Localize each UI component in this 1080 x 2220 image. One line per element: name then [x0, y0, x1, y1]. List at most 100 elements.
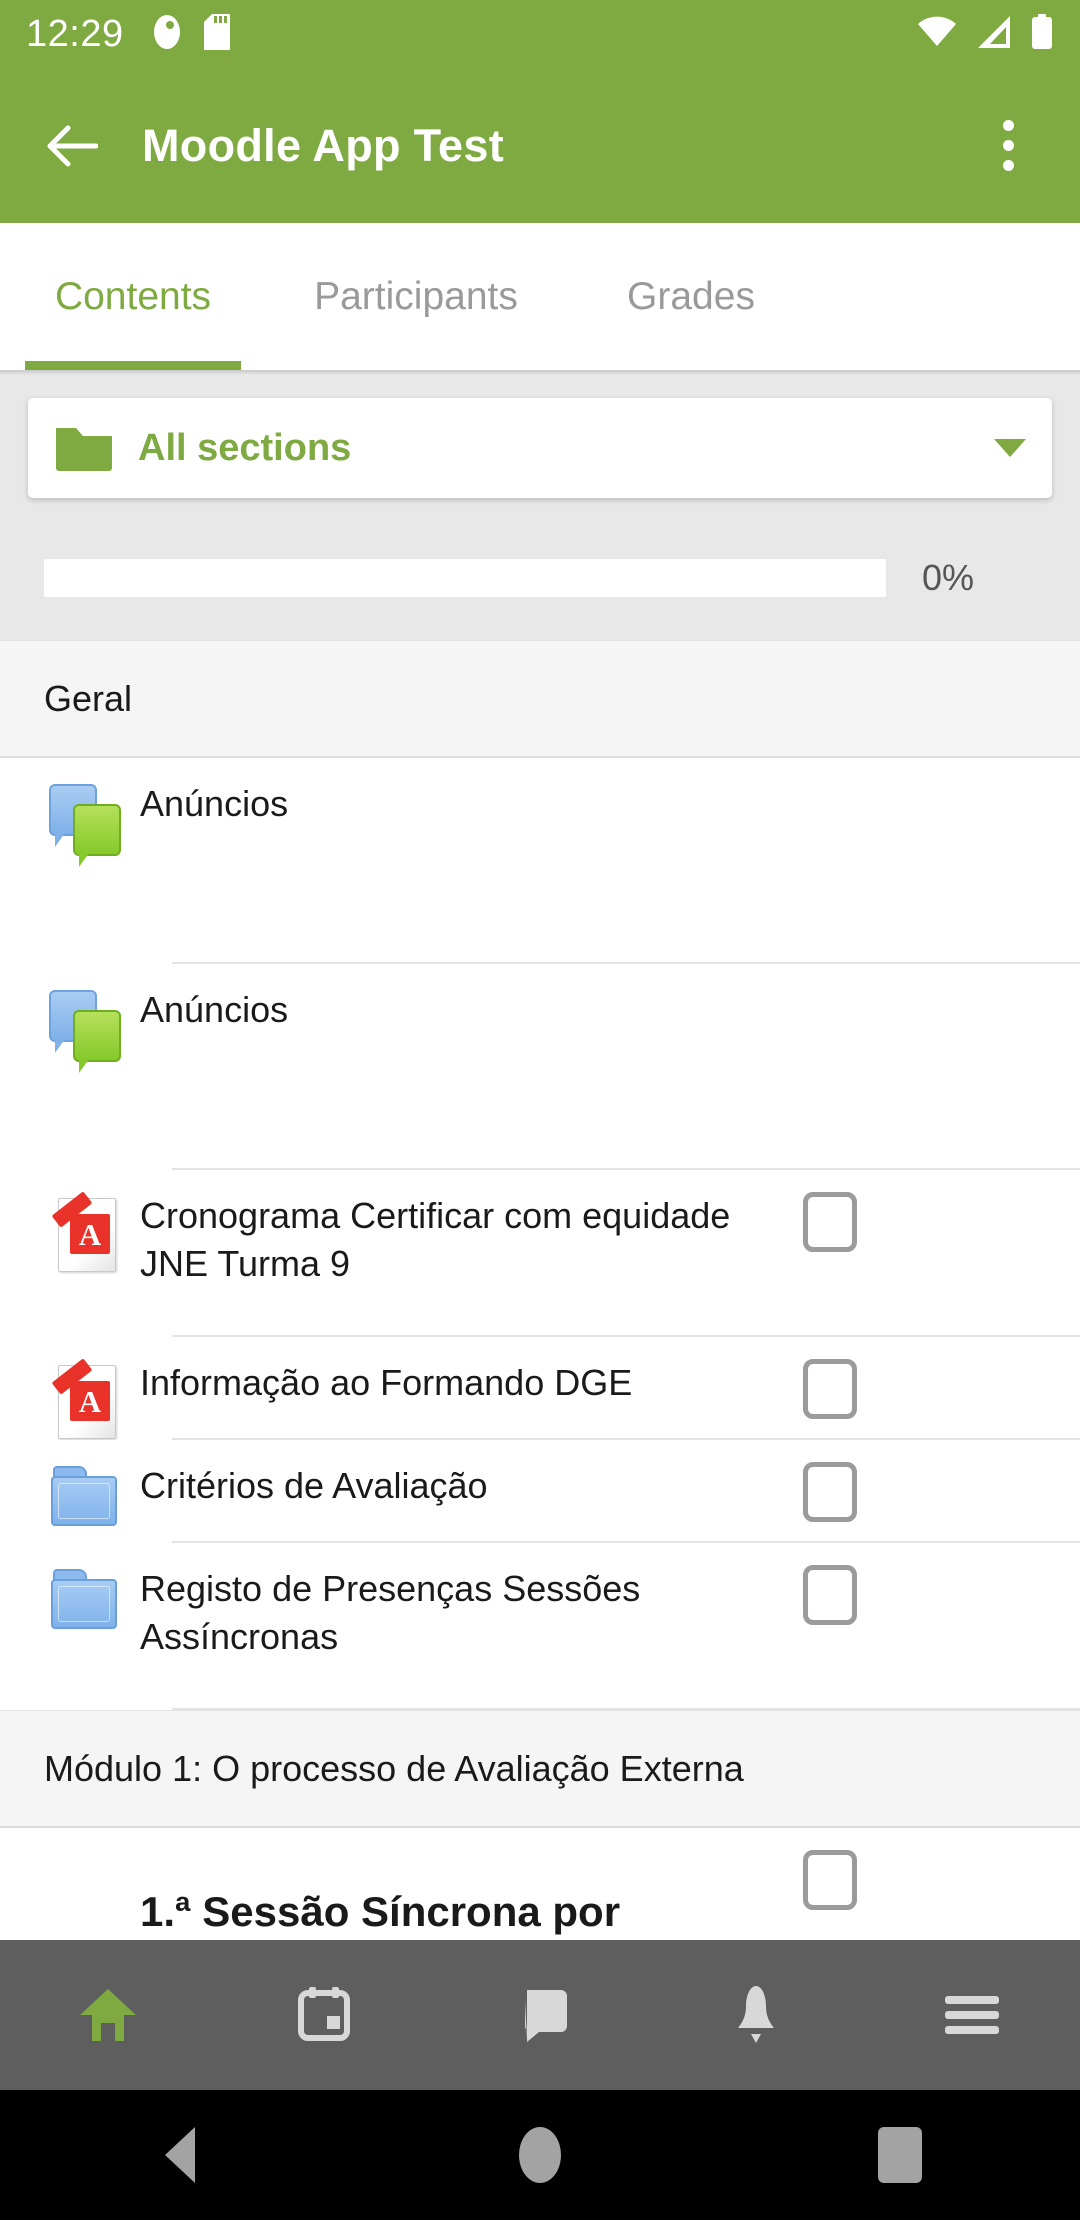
nav-item-menu[interactable]	[864, 1940, 1080, 2090]
list-item-icon	[30, 964, 140, 1073]
section-selector-panel: All sections 0%	[0, 370, 1080, 640]
completion-checkbox-wrap[interactable]	[770, 1337, 890, 1419]
overflow-menu-button[interactable]	[966, 104, 1050, 188]
completion-checkbox[interactable]	[803, 1850, 857, 1910]
cellular-signal-icon	[976, 15, 1012, 54]
chevron-down-icon[interactable]	[994, 439, 1026, 457]
list-item-body: Critérios de Avaliação	[140, 1440, 1080, 1522]
nav-item-messages[interactable]	[432, 1940, 648, 2090]
list-item-icon	[30, 758, 140, 867]
forum-icon-bubble-front	[73, 1010, 121, 1073]
list-item-body: 1.ª Sessão Síncrona por	[140, 1828, 1080, 1939]
back-button[interactable]	[30, 104, 114, 188]
list-item-separator	[172, 1708, 1080, 1710]
list-item[interactable]: A Informação ao Formando DGE	[0, 1337, 1080, 1440]
list-item[interactable]: A Cronograma Certificar com equidade JNE…	[0, 1170, 1080, 1337]
nav-item-notifications[interactable]	[648, 1940, 864, 2090]
tab-bar: Contents Participants Grades	[0, 223, 1080, 370]
status-bar-right-icons	[916, 13, 1054, 55]
list-item-icon: A	[30, 1170, 140, 1276]
list-item[interactable]: 1.ª Sessão Síncrona por	[0, 1828, 1080, 1940]
list-item[interactable]: Anúncios	[0, 758, 1080, 964]
overflow-menu-icon	[1002, 120, 1014, 131]
page-title: Moodle App Test	[142, 119, 504, 171]
pdf-file-icon: A	[50, 1191, 120, 1276]
home-icon	[80, 1989, 136, 2041]
android-recents-icon	[878, 2127, 922, 2183]
folder-icon	[54, 422, 114, 474]
list-item-icon	[30, 1828, 140, 1854]
section-header-modulo-1: Módulo 1: O processo de Avaliação Extern…	[0, 1710, 1080, 1828]
list-item[interactable]: Critérios de Avaliação	[0, 1440, 1080, 1543]
completion-checkbox-wrap[interactable]	[770, 1170, 890, 1252]
pdf-file-icon-badge: A	[70, 1214, 110, 1254]
folder-icon-body	[51, 1579, 117, 1629]
list-item-title: Anúncios	[140, 989, 289, 1030]
list-item-body: Registo de Presenças Sessões Assíncronas	[140, 1543, 1080, 1660]
list-item-body: Informação ao Formando DGE	[140, 1337, 1080, 1419]
completion-checkbox[interactable]	[803, 1565, 857, 1625]
list-item-body: Cronograma Certificar com equidade JNE T…	[140, 1170, 1080, 1287]
nav-item-home[interactable]	[0, 1940, 216, 2090]
list-item-title: 1.ª Sessão Síncrona por	[140, 1888, 621, 1935]
list-item-icon: A	[30, 1337, 140, 1443]
sd-card-icon	[203, 13, 230, 55]
folder-icon	[49, 1569, 121, 1631]
android-back-icon	[165, 2127, 195, 2183]
completion-checkbox-wrap[interactable]	[770, 1543, 890, 1625]
nav-item-calendar[interactable]	[216, 1940, 432, 2090]
forum-icon	[49, 990, 121, 1073]
status-bar-left-icons	[152, 13, 230, 55]
android-recents-button[interactable]	[720, 2127, 1080, 2183]
list-item-icon	[30, 1543, 140, 1631]
list-item-title: Registo de Presenças Sessões Assíncronas	[140, 1568, 641, 1657]
progress-percent-label: 0%	[922, 557, 975, 598]
notifications-bell-icon	[738, 1986, 774, 2043]
messages-icon	[525, 1990, 567, 2042]
android-home-button[interactable]	[360, 2127, 720, 2183]
course-progress: 0%	[44, 552, 1038, 604]
folder-icon	[49, 1466, 121, 1528]
battery-icon	[1030, 13, 1054, 55]
android-navigation-bar	[0, 2090, 1080, 2220]
list-item[interactable]: Anúncios	[0, 964, 1080, 1170]
tab-grades[interactable]: Grades	[566, 223, 816, 370]
hamburger-menu-icon	[945, 1996, 999, 2034]
list-item[interactable]: Registo de Presenças Sessões Assíncronas	[0, 1543, 1080, 1710]
list-item-title: Cronograma Certificar com equidade JNE T…	[140, 1195, 731, 1284]
forum-icon-bubble-front	[73, 804, 121, 867]
android-home-icon	[519, 2127, 561, 2183]
list-item-title: Informação ao Formando DGE	[140, 1362, 633, 1403]
app-bar: Moodle App Test	[0, 68, 1080, 223]
section-selector[interactable]: All sections	[28, 398, 1052, 498]
tab-contents[interactable]: Contents	[0, 223, 266, 370]
folder-icon-body	[51, 1476, 117, 1526]
list-item-title: Anúncios	[140, 783, 289, 824]
course-contents-list[interactable]: Geral Anúncios Anúncios A Cronograma Cer…	[0, 640, 1080, 1940]
section-header-geral: Geral	[0, 640, 1080, 758]
tab-participants[interactable]: Participants	[266, 223, 566, 370]
progress-bar-track	[44, 559, 886, 597]
wifi-icon	[916, 15, 958, 54]
completion-checkbox-wrap[interactable]	[770, 1440, 890, 1522]
list-item-body: Anúncios	[140, 758, 1080, 828]
camera-privacy-icon	[152, 14, 182, 55]
overflow-menu-icon-dot2	[1002, 140, 1014, 151]
list-item-title: Critérios de Avaliação	[140, 1465, 488, 1506]
bottom-navigation-bar	[0, 1940, 1080, 2090]
status-bar-clock: 12:29	[26, 13, 124, 55]
completion-checkbox[interactable]	[803, 1359, 857, 1419]
overflow-menu-icon-dot3	[1002, 160, 1014, 171]
forum-icon	[49, 784, 121, 867]
completion-checkbox[interactable]	[803, 1192, 857, 1252]
android-back-button[interactable]	[0, 2127, 360, 2183]
completion-checkbox-wrap[interactable]	[770, 1828, 890, 1910]
pdf-file-icon: A	[50, 1358, 120, 1443]
calendar-icon	[298, 1987, 350, 2041]
completion-checkbox[interactable]	[803, 1462, 857, 1522]
list-item-icon	[30, 1440, 140, 1528]
app-screen: 12:29 Moodle App Test Contents Participa…	[0, 0, 1080, 2220]
list-item-body: Anúncios	[140, 964, 1080, 1034]
pdf-file-icon-badge: A	[70, 1381, 110, 1421]
back-arrow-icon	[47, 125, 98, 166]
